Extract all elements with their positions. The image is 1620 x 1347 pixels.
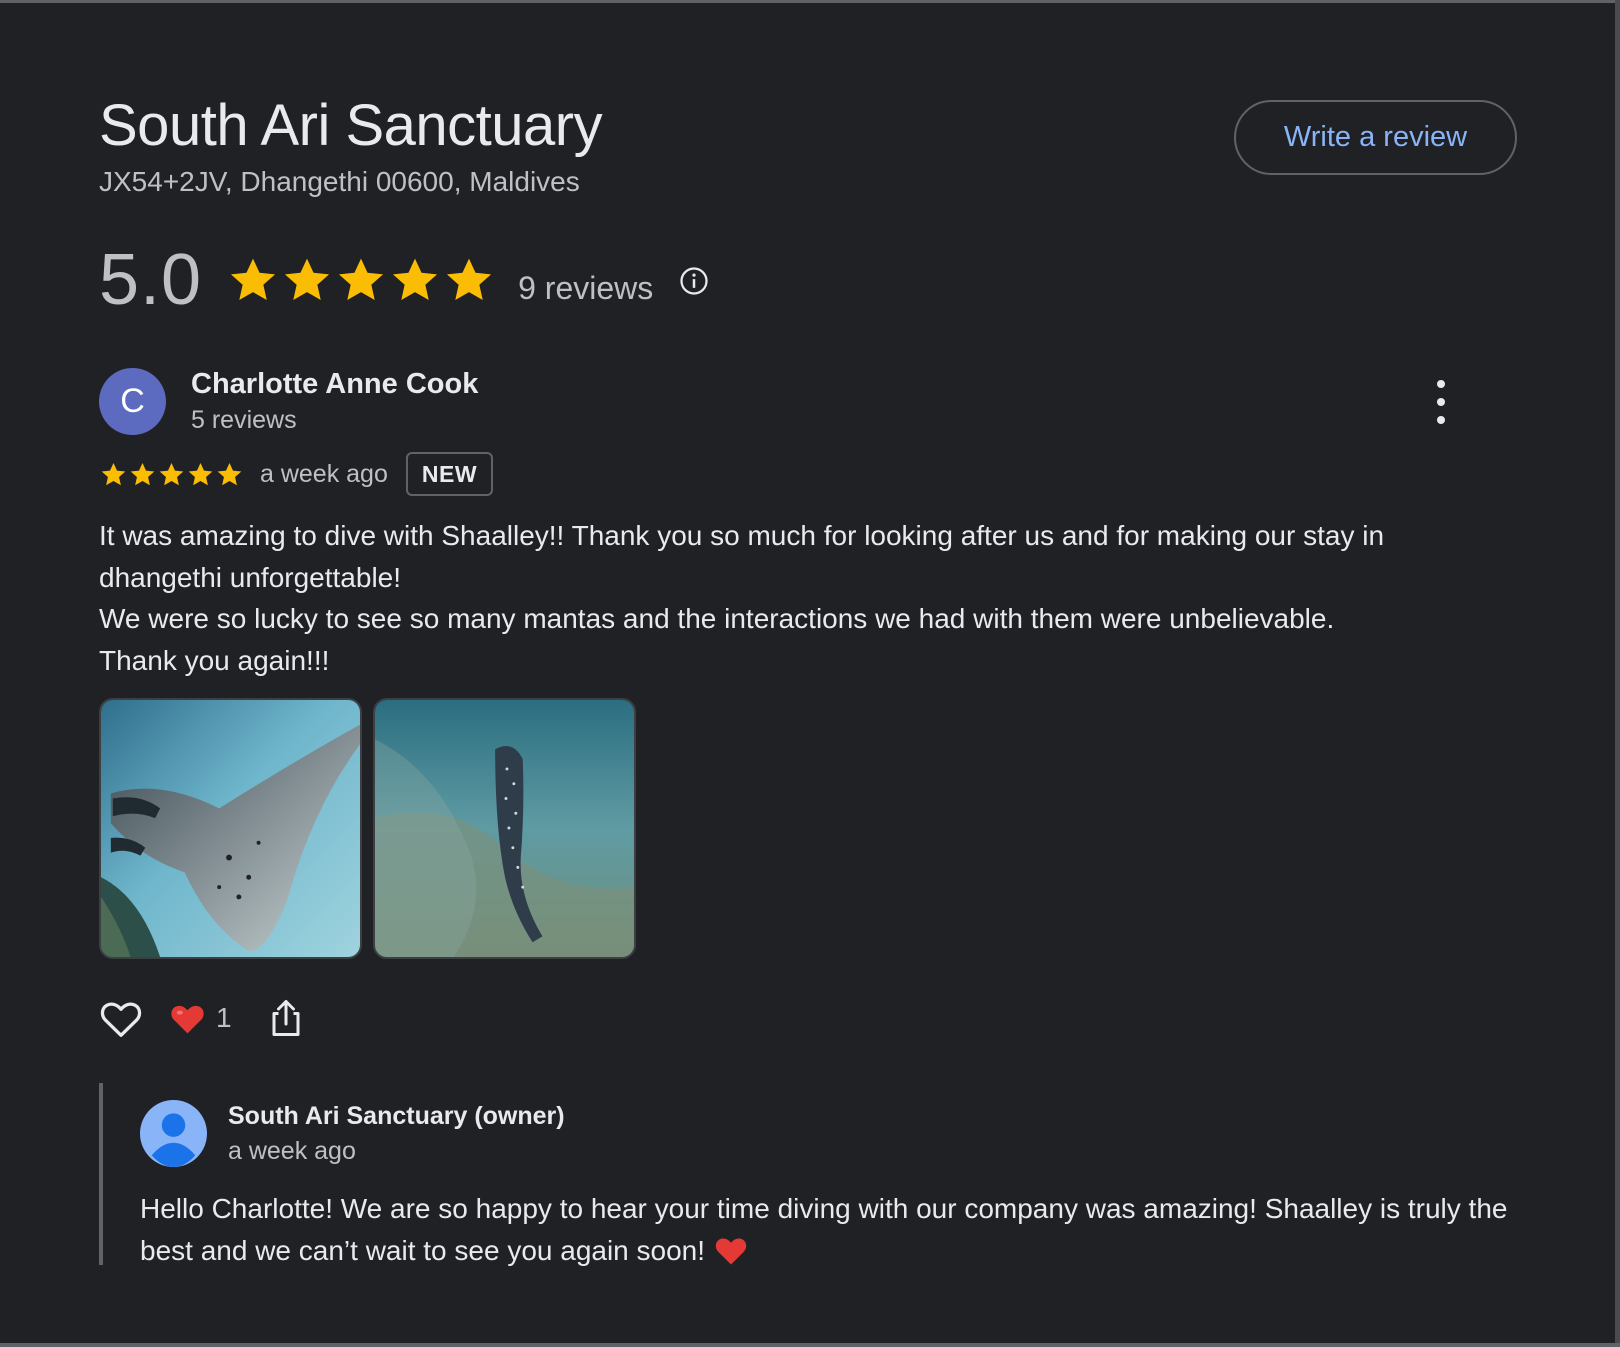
- star-icon: [393, 258, 438, 301]
- share-icon[interactable]: [268, 998, 304, 1038]
- owner-reply-body: Hello Charlotte! We are so happy to hear…: [140, 1193, 1508, 1266]
- owner-reply: South Ari Sanctuary (owner) a week ago H…: [99, 1083, 1519, 1266]
- reaction-count: 1: [216, 1002, 232, 1033]
- review-text-line: Thank you again!!!: [99, 644, 330, 676]
- star-icon: [159, 462, 184, 485]
- review-meta: a week ago NEW: [99, 452, 494, 496]
- review-dialog: South Ari Sanctuary JX54+2JV, Dhangethi …: [0, 0, 1620, 1347]
- place-title: South Ari Sanctuary: [99, 93, 603, 158]
- owner-reply-text: Hello Charlotte! We are so happy to hear…: [140, 1188, 1520, 1272]
- right-border: [1615, 0, 1620, 1347]
- heart-reaction-icon: [171, 1005, 204, 1034]
- manta-ray-photo[interactable]: [99, 698, 362, 959]
- owner-name: South Ari Sanctuary (owner): [228, 1102, 565, 1130]
- star-icon: [231, 258, 276, 301]
- place-address: JX54+2JV, Dhangethi 00600, Maldives: [99, 166, 580, 197]
- whale-shark-photo[interactable]: [373, 698, 636, 959]
- info-icon[interactable]: [679, 266, 709, 296]
- star-icon: [130, 462, 155, 485]
- review-text-line: We were so lucky to see so many mantas a…: [99, 603, 1335, 634]
- owner-reply-time: a week ago: [228, 1137, 356, 1165]
- review-actions: 1: [99, 993, 304, 1043]
- star-icon: [285, 258, 330, 301]
- rating-value: 5.0: [99, 240, 203, 320]
- new-badge: NEW: [405, 452, 494, 496]
- reviewer-name[interactable]: Charlotte Anne Cook: [191, 368, 478, 401]
- top-border: [0, 0, 1620, 3]
- star-icon: [447, 258, 492, 301]
- owner-avatar-icon: [140, 1100, 207, 1167]
- review-text: It was amazing to dive with Shaalley!! T…: [99, 515, 1519, 681]
- avatar[interactable]: C: [99, 368, 166, 435]
- star-icon: [188, 462, 213, 485]
- star-icon: [217, 462, 242, 485]
- write-review-button[interactable]: Write a review: [1234, 100, 1517, 175]
- heart-emoji-icon: [715, 1238, 747, 1265]
- review-stars: [99, 460, 244, 489]
- star-icon: [101, 462, 126, 485]
- review-time: a week ago: [260, 459, 388, 488]
- review-text-line: dhangethi unforgettable!: [99, 561, 402, 593]
- star-icon: [339, 258, 384, 301]
- bottom-border: [0, 1343, 1620, 1347]
- reviewer-review-count: 5 reviews: [191, 406, 297, 434]
- overall-rating: 5.0 9 reviews: [99, 240, 709, 320]
- rating-stars: [226, 253, 496, 307]
- like-heart-icon[interactable]: [99, 998, 143, 1038]
- review-text-line: It was amazing to dive with Shaalley!! T…: [99, 520, 1385, 551]
- more-options-icon[interactable]: [1426, 380, 1456, 424]
- review-count: 9 reviews: [518, 269, 654, 306]
- review-header: C Charlotte Anne Cook 5 reviews: [99, 368, 1499, 436]
